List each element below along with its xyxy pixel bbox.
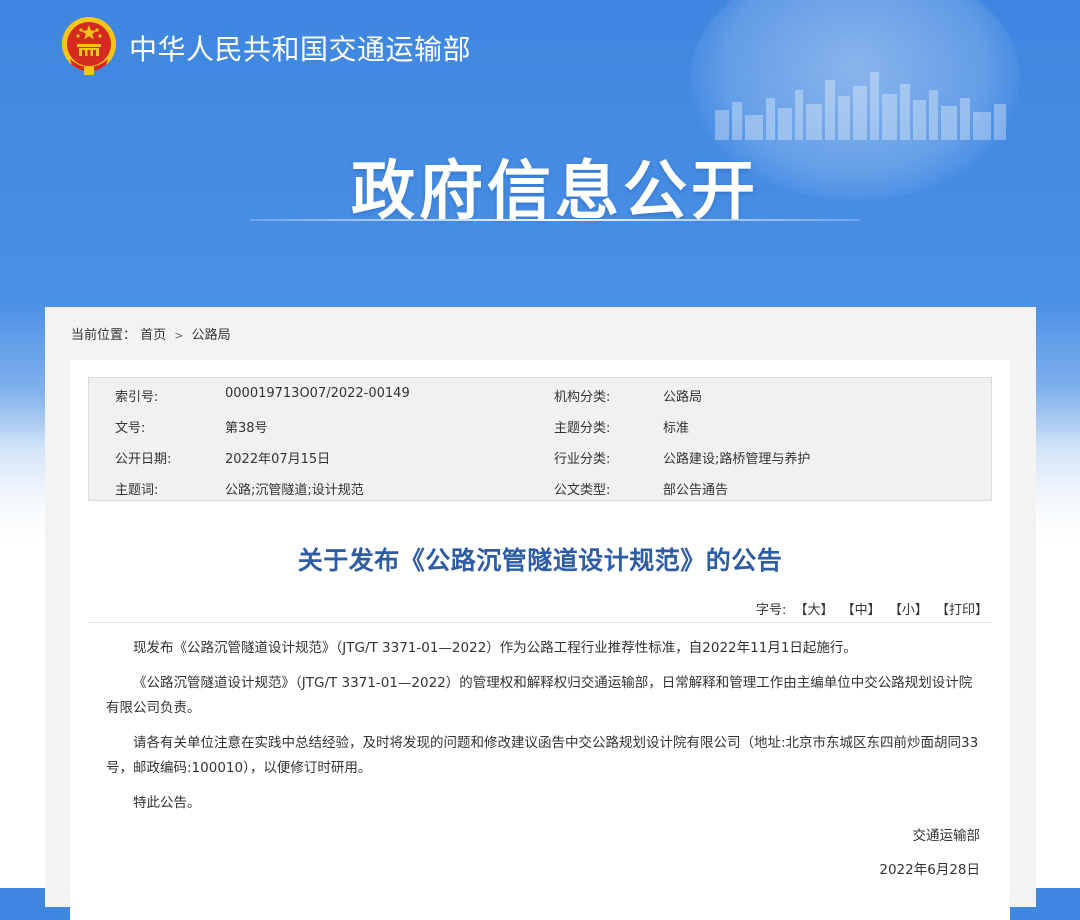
breadcrumb-separator: > [174, 329, 184, 342]
main-content: 索引号: 000019713O07/2022-00149 机构分类: 公路局 文… [70, 360, 1010, 920]
article-paragraph: 现发布《公路沉管隧道设计规范》（JTG/T 3371-01—2022）作为公路工… [133, 640, 857, 656]
keywords-label: 主题词: [115, 483, 159, 498]
info-row: 主题词: 公路;沉管隧道;设计规范 公文类型: 部公告通告 [89, 471, 993, 502]
publish-date-value: 2022年07月15日 [225, 452, 331, 467]
article-paragraph: 《公路沉管隧道设计规范》（JTG/T 3371-01—2022）的管理权和解释权… [106, 675, 973, 716]
national-emblem-icon [62, 17, 116, 75]
document-type-value: 部公告通告 [663, 483, 729, 498]
agency-category-value: 公路局 [663, 390, 703, 405]
document-number-value: 第38号 [225, 421, 268, 436]
info-row: 索引号: 000019713O07/2022-00149 机构分类: 公路局 [89, 378, 993, 409]
ministry-name: 中华人民共和国交通运输部 [129, 33, 472, 66]
font-large-button[interactable]: 【大】 [795, 603, 834, 618]
agency-category-label: 机构分类: [554, 390, 611, 405]
breadcrumb: 当前位置： 首页 > 公路局 [71, 324, 231, 343]
font-medium-button[interactable]: 【中】 [842, 603, 881, 618]
print-button[interactable]: 【打印】 [936, 603, 988, 618]
header-banner: 中华人民共和国交通运输部 政府信息公开 [0, 0, 1080, 306]
page-container: 当前位置： 首页 > 公路局 索引号: 000019713O07/2022-00… [45, 307, 1036, 920]
font-small-button[interactable]: 【小】 [889, 603, 928, 618]
keywords-value: 公路;沉管隧道;设计规范 [225, 483, 364, 498]
index-number-value: 000019713O07/2022-00149 [225, 386, 410, 401]
article-body: 现发布《公路沉管隧道设计规范》（JTG/T 3371-01—2022）作为公路工… [106, 636, 982, 826]
publish-date-label: 公开日期: [115, 452, 172, 467]
subject-category-value: 标准 [663, 421, 690, 436]
document-type-label: 公文类型: [554, 483, 611, 498]
font-size-toolbar: 字号: 【大】 【中】 【小】 【打印】 [88, 596, 992, 623]
document-info-table: 索引号: 000019713O07/2022-00149 机构分类: 公路局 文… [88, 377, 992, 501]
info-row: 公开日期: 2022年07月15日 行业分类: 公路建设;路桥管理与养护 [89, 440, 993, 471]
breadcrumb-prefix: 当前位置： [71, 328, 137, 343]
signature-date: 2022年6月28日 [879, 862, 980, 878]
breadcrumb-home-link[interactable]: 首页 [140, 328, 166, 343]
index-number-label: 索引号: [115, 390, 159, 405]
industry-category-label: 行业分类: [554, 452, 611, 467]
info-row: 文号: 第38号 主题分类: 标准 [89, 409, 993, 440]
article-paragraph: 特此公告。 [133, 795, 201, 811]
industry-category-value: 公路建设;路桥管理与养护 [663, 452, 811, 467]
signature-organization: 交通运输部 [912, 828, 981, 844]
article-title: 关于发布《公路沉管隧道设计规范》的公告 [297, 546, 783, 575]
font-size-label: 字号: [755, 603, 787, 618]
banner-divider [250, 219, 860, 221]
article-paragraph: 请各有关单位注意在实践中总结经验，及时将发现的问题和修改建议函告中交公路规划设计… [106, 735, 979, 776]
document-number-label: 文号: [115, 421, 146, 436]
breadcrumb-highway-bureau-link[interactable]: 公路局 [192, 328, 231, 343]
subject-category-label: 主题分类: [554, 421, 611, 436]
city-skyline-graphic [715, 72, 1006, 140]
